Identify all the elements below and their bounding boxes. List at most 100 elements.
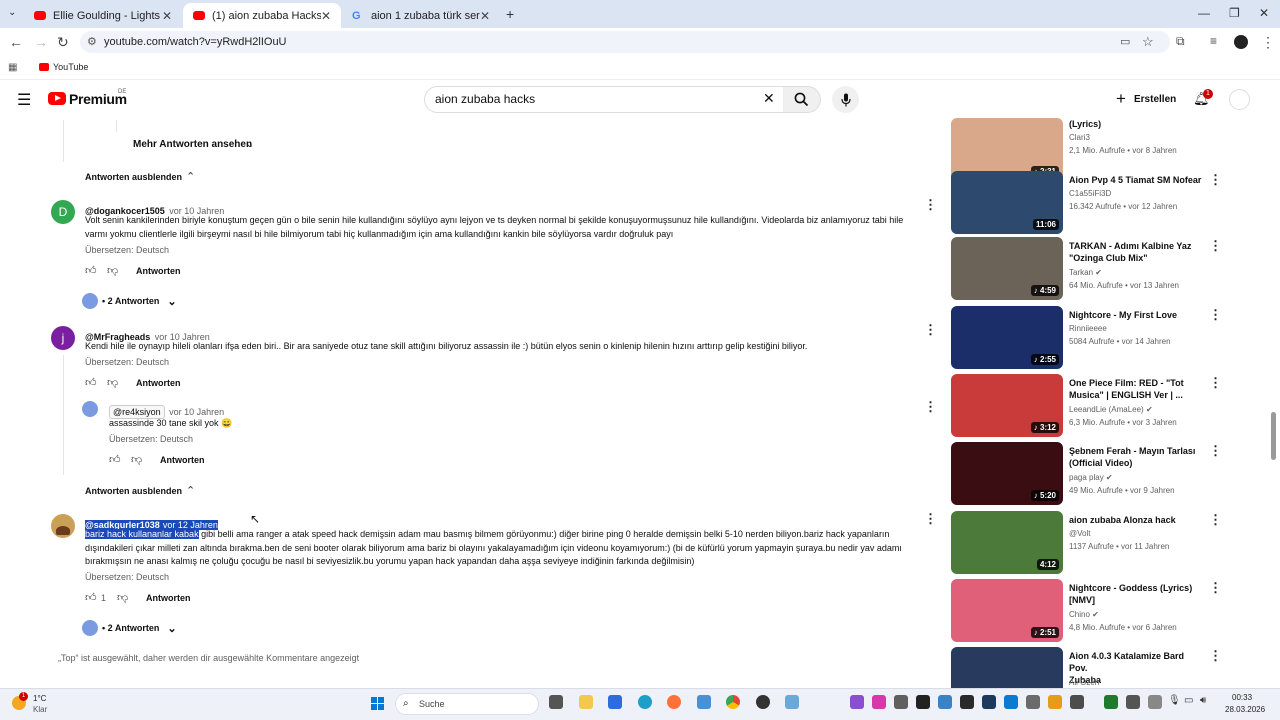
- video-title[interactable]: (Lyrics): [1069, 118, 1203, 130]
- video-channel[interactable]: Tarkan ✔: [1069, 267, 1102, 279]
- video-menu-icon[interactable]: ⋮: [1209, 648, 1222, 664]
- browser-tab-3[interactable]: G aion 1 zubaba türk serveri miydi ✕: [342, 3, 500, 28]
- close-tab-icon[interactable]: ✕: [321, 9, 331, 23]
- volume-icon[interactable]: 🔊︎: [1200, 695, 1206, 706]
- video-thumbnail[interactable]: ♪ 2:51: [951, 579, 1063, 642]
- like-icon[interactable]: 👍︎: [85, 591, 97, 604]
- tray-app-icon[interactable]: [1004, 695, 1018, 709]
- reply-timestamp[interactable]: vor 10 Jahren: [169, 407, 224, 417]
- view-replies-button[interactable]: • 2 Antworten ⌄: [82, 620, 177, 636]
- windows-start-icon[interactable]: [371, 697, 384, 710]
- video-channel[interactable]: C1a55iFi3D: [1069, 188, 1111, 200]
- translate-link[interactable]: Übersetzen: Deutsch: [85, 572, 169, 582]
- comment-menu-icon[interactable]: ⋮: [924, 197, 937, 213]
- video-menu-icon[interactable]: ⋮: [1209, 580, 1222, 596]
- tray-app-icon[interactable]: [1126, 695, 1140, 709]
- clock-date[interactable]: 28.03.2026: [1225, 705, 1265, 714]
- microphone-tray-icon[interactable]: 🎙︎: [1168, 695, 1181, 706]
- bookmark-star-icon[interactable]: ☆: [1142, 34, 1154, 50]
- search-button[interactable]: [783, 86, 821, 113]
- search-box[interactable]: [424, 86, 784, 113]
- hamburger-menu-icon[interactable]: ☰: [17, 90, 31, 110]
- app-icon[interactable]: [785, 695, 799, 709]
- create-icon[interactable]: +: [1116, 89, 1126, 109]
- video-channel[interactable]: Clari3: [1069, 132, 1090, 144]
- video-menu-icon[interactable]: ⋮: [1209, 443, 1222, 459]
- task-view-icon[interactable]: [549, 695, 563, 709]
- video-title[interactable]: One Piece Film: RED - "Tot Musica" | ENG…: [1069, 377, 1203, 401]
- commenter-avatar[interactable]: D: [51, 200, 75, 224]
- video-thumbnail[interactable]: ♪ 2:55: [951, 306, 1063, 369]
- back-icon[interactable]: ←: [9, 34, 23, 50]
- close-tab-icon[interactable]: ✕: [162, 9, 172, 23]
- video-title[interactable]: TARKAN - Adımı Kalbine Yaz "Ozinga Club …: [1069, 240, 1203, 264]
- extensions-icon[interactable]: ⧉: [1176, 34, 1185, 49]
- chrome-icon[interactable]: [726, 695, 740, 709]
- apps-grid-icon[interactable]: ▦: [8, 62, 17, 73]
- reply-menu-icon[interactable]: ⋮: [924, 399, 937, 415]
- translate-link[interactable]: Übersetzen: Deutsch: [109, 434, 193, 444]
- video-menu-icon[interactable]: ⋮: [1209, 307, 1222, 323]
- video-title[interactable]: Nightcore - My First Love: [1069, 309, 1203, 321]
- like-icon[interactable]: 👍︎: [85, 376, 97, 389]
- site-info-icon[interactable]: ⚙: [87, 35, 97, 48]
- like-icon[interactable]: 👍︎: [85, 264, 97, 277]
- youtube-logo-icon[interactable]: [48, 92, 66, 105]
- tray-app-icon[interactable]: [1148, 695, 1162, 709]
- tray-app-icon[interactable]: [894, 695, 908, 709]
- browser-tab-1[interactable]: Ellie Goulding - Lights (Official ✕: [24, 3, 182, 28]
- comment-menu-icon[interactable]: ⋮: [924, 511, 937, 527]
- account-avatar[interactable]: [1229, 89, 1250, 110]
- video-title[interactable]: aion zubaba Alonza hack: [1069, 514, 1203, 526]
- cast-icon[interactable]: ▭: [1120, 35, 1130, 48]
- translate-link[interactable]: Übersetzen: Deutsch: [85, 245, 169, 255]
- video-menu-icon[interactable]: ⋮: [1209, 238, 1222, 254]
- tray-app-icon[interactable]: [872, 695, 886, 709]
- tray-app-icon[interactable]: [982, 695, 996, 709]
- dislike-icon[interactable]: 👎︎: [107, 376, 118, 389]
- tray-app-icon[interactable]: [960, 695, 974, 709]
- page-scrollbar-thumb[interactable]: [1271, 412, 1276, 460]
- video-title[interactable]: Nightcore - Goddess (Lyrics) [NMV]: [1069, 582, 1203, 606]
- youtube-bookmark[interactable]: YouTube: [53, 62, 88, 72]
- maximize-icon[interactable]: ❐: [1229, 6, 1240, 20]
- video-menu-icon[interactable]: ⋮: [1209, 512, 1222, 528]
- video-thumbnail[interactable]: 11:06: [951, 171, 1063, 234]
- video-title[interactable]: Şebnem Ferah - Mayın Tarlası (Official V…: [1069, 445, 1203, 469]
- reload-icon[interactable]: ↻: [57, 34, 69, 51]
- video-thumbnail[interactable]: ♪ 5:20: [951, 442, 1063, 505]
- firefox-icon[interactable]: [667, 695, 681, 709]
- clock-time[interactable]: 00:33: [1232, 693, 1252, 702]
- video-menu-icon[interactable]: ⋮: [1209, 172, 1222, 188]
- close-tab-icon[interactable]: ✕: [480, 9, 490, 23]
- app-icon[interactable]: [697, 695, 711, 709]
- store-icon[interactable]: [608, 695, 622, 709]
- reply-button[interactable]: Antworten: [160, 455, 205, 465]
- browser-tab-2-active[interactable]: (1) aion zubaba Hacks - YouTub ✕: [183, 3, 341, 28]
- tab-search-icon[interactable]: ⌄: [8, 7, 16, 18]
- clear-search-icon[interactable]: ✕: [763, 90, 775, 107]
- tray-app-icon[interactable]: [1104, 695, 1118, 709]
- tray-app-icon[interactable]: [916, 695, 930, 709]
- profile-avatar[interactable]: [1234, 35, 1248, 49]
- reading-list-icon[interactable]: ≡: [1210, 34, 1217, 48]
- tray-app-icon[interactable]: [1048, 695, 1062, 709]
- reply-avatar[interactable]: [82, 401, 98, 417]
- reply-button[interactable]: Antworten: [136, 378, 181, 388]
- reply-button[interactable]: Antworten: [136, 266, 181, 276]
- browser-menu-icon[interactable]: ⋮: [1261, 34, 1275, 51]
- video-menu-icon[interactable]: ⋮: [1209, 375, 1222, 391]
- commenter-avatar[interactable]: j: [51, 326, 75, 350]
- video-thumbnail[interactable]: ♪ 3:12: [951, 374, 1063, 437]
- tray-app-icon[interactable]: [1026, 695, 1040, 709]
- video-thumbnail[interactable]: 4:12: [951, 511, 1063, 574]
- video-channel[interactable]: @Volt: [1069, 528, 1090, 540]
- translate-link[interactable]: Übersetzen: Deutsch: [85, 357, 169, 367]
- video-channel[interactable]: paga play ✔: [1069, 472, 1113, 484]
- tray-app-icon[interactable]: [938, 695, 952, 709]
- url-field[interactable]: ⚙ youtube.com/watch?v=yRwdH2lIOuU: [80, 31, 1170, 53]
- reply-button[interactable]: Antworten: [146, 593, 191, 603]
- hide-replies-button[interactable]: Antworten ausblenden: [85, 486, 182, 496]
- video-channel[interactable]: Chino ✔: [1069, 609, 1099, 621]
- taskbar-search[interactable]: ⌕ Suche: [395, 693, 539, 715]
